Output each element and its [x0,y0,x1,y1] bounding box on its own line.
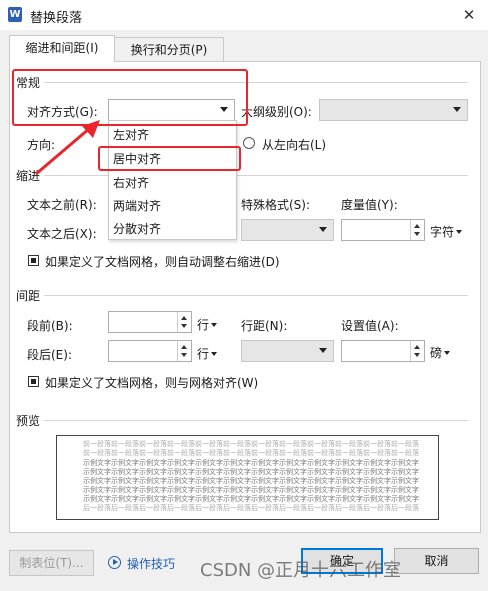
spin-down-icon[interactable] [414,232,420,236]
measure-unit: 字符 [430,225,455,239]
chevron-down-icon [211,323,218,327]
spin-down-icon[interactable] [181,353,187,357]
align-dropdown-list: 左对齐 居中对齐 右对齐 两端对齐 分散对齐 [108,120,237,240]
measure-label: 度量值(Y): [341,198,398,212]
indent-grid-check-label: 如果定义了文档网格，则自动调整右缩进(D) [45,255,280,269]
chevron-down-icon [456,230,463,234]
section-spacing: 间距 [16,287,45,304]
special-format-combo[interactable] [241,219,334,241]
option-right-align[interactable]: 右对齐 [113,174,149,191]
preview-line: 前一段落前一段落前一段落前一段落前一段落前一段落前一段落前一段落前一段落前一段落… [83,449,419,457]
tab-line-page-breaks[interactable]: 换行和分页(P) [114,37,224,62]
setting-unit: 磅 [430,346,443,360]
tab-indent-spacing[interactable]: 缩进和间距(I) [9,35,115,62]
annotation-box-center [98,146,241,171]
space-after-spinner[interactable] [108,340,192,362]
space-after-unit-dropdown[interactable]: 行 [197,345,218,362]
measure-spinner[interactable] [341,219,425,241]
line-spacing-combo[interactable] [241,340,334,362]
window-title: 替换段落 [30,11,83,26]
indent-grid-checkbox[interactable] [28,255,39,266]
chevron-down-icon [319,348,327,353]
divider [16,420,468,421]
spacing-grid-check-label: 如果定义了文档网格，则与网格对齐(W) [45,376,259,390]
divider [16,295,468,296]
watermark-text: CSDN @正月十六工作室 [200,560,402,581]
annotation-arrow-icon [35,120,100,176]
preview-line: 后一段落后一段落后一段落后一段落后一段落后一段落后一段落后一段落后一段落后一段落… [83,504,419,512]
spin-down-icon[interactable] [181,324,187,328]
radio-ltr-label: 从左向右(L) [262,138,327,152]
close-icon[interactable]: ✕ [458,4,480,26]
chevron-down-icon [453,107,461,112]
option-left-align[interactable]: 左对齐 [113,126,149,143]
space-before-unit: 行 [197,318,210,332]
space-before-spinner[interactable] [108,311,192,333]
tips-link[interactable]: 操作技巧 [127,555,175,572]
space-after-unit: 行 [197,347,210,361]
spin-up-icon[interactable] [181,316,187,320]
setting-value-spinner[interactable] [341,340,425,362]
preview-box: 前一段落前一段落前一段落前一段落前一段落前一段落前一段落前一段落前一段落前一段落… [56,435,439,520]
section-preview: 预览 [16,412,45,429]
preview-line: 示例文字示例文字示例文字示例文字示例文字示例文字示例文字示例文字示例文字示例文字… [83,468,419,476]
preview-line: 示例文字示例文字示例文字示例文字示例文字示例文字示例文字示例文字示例文字示例文字… [83,477,419,485]
spin-down-icon[interactable] [414,353,420,357]
cancel-button[interactable]: 取消 [394,548,479,574]
measure-unit-dropdown[interactable]: 字符 [430,223,463,240]
option-justify[interactable]: 两端对齐 [113,197,161,214]
space-before-unit-dropdown[interactable]: 行 [197,316,218,333]
option-distributed[interactable]: 分散对齐 [113,220,161,237]
space-after-label: 段后(E): [27,348,72,362]
spacing-grid-checkbox[interactable] [28,376,39,387]
spin-up-icon[interactable] [414,224,420,228]
preview-line: 前一段落前一段落前一段落前一段落前一段落前一段落前一段落前一段落前一段落前一段落… [83,440,419,448]
chevron-down-icon [444,351,451,355]
outline-level-label: 大纲级别(O): [241,105,312,119]
preview-line: 示例文字示例文字示例文字示例文字示例文字示例文字示例文字示例文字示例文字示例文字… [83,486,419,494]
tab-stops-button[interactable]: 制表位(T)... [9,550,94,576]
play-circle-icon[interactable] [108,556,121,569]
outline-level-combo[interactable] [319,99,468,121]
indent-after-label: 文本之后(X): [27,227,97,241]
preview-line: 示例文字示例文字示例文字示例文字示例文字示例文字示例文字示例文字示例文字示例文字… [83,495,419,503]
indent-before-label: 文本之前(R): [27,198,97,212]
spin-up-icon[interactable] [181,345,187,349]
special-format-label: 特殊格式(S): [241,198,311,212]
space-before-label: 段前(B): [27,319,73,333]
preview-line: 示例文字示例文字示例文字示例文字示例文字示例文字示例文字示例文字示例文字示例文字… [83,459,419,467]
line-spacing-label: 行距(N): [241,319,288,333]
setting-unit-dropdown[interactable]: 磅 [430,344,451,361]
chevron-down-icon [319,227,327,232]
spin-up-icon[interactable] [414,345,420,349]
wps-writer-icon: W [8,7,22,22]
chevron-down-icon [211,352,218,356]
setting-value-label: 设置值(A): [341,319,399,333]
radio-ltr[interactable] [243,137,255,149]
